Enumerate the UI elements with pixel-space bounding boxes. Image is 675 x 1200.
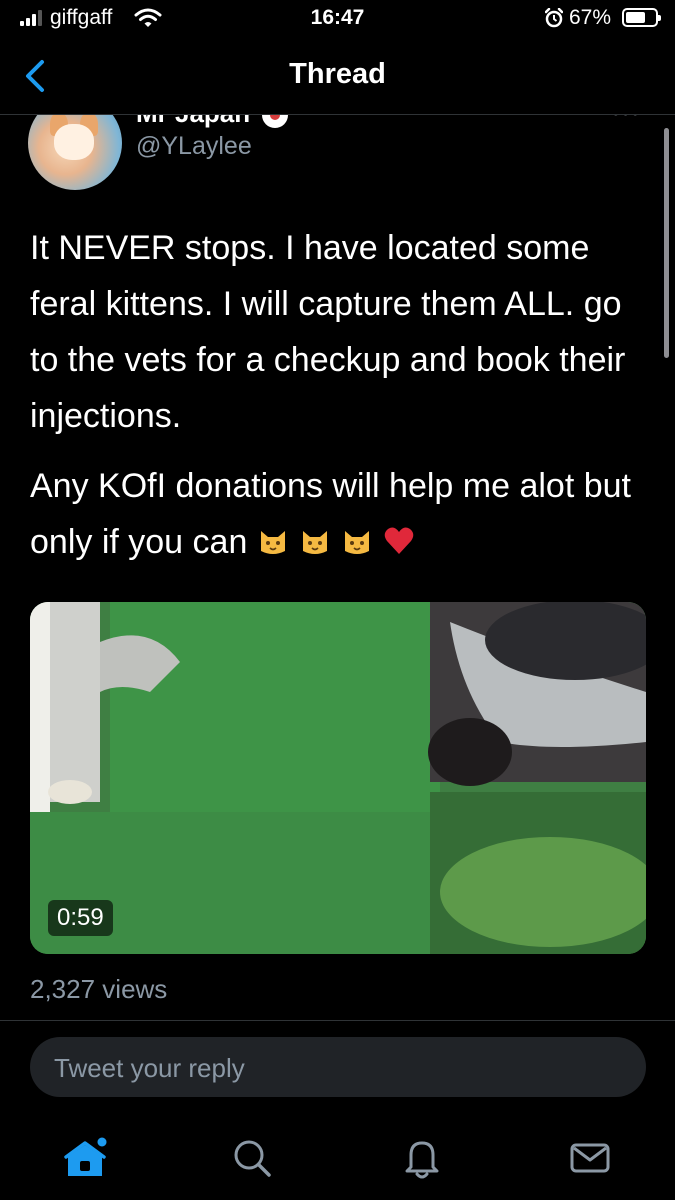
- tab-bar: [0, 1110, 675, 1200]
- tweet-text: It NEVER stops. I have located some fera…: [30, 220, 650, 584]
- cat-face-icon: [261, 531, 286, 554]
- tab-home[interactable]: [56, 1128, 116, 1188]
- video-thumbnail: [30, 602, 646, 954]
- status-bar: giffgaff 16:47 67%: [0, 0, 675, 40]
- profile-badge-icon: [262, 114, 288, 128]
- messages-icon: [570, 1143, 610, 1173]
- view-count: 2,327 views: [30, 974, 168, 1004]
- tweet-paragraph: It NEVER stops. I have located some fera…: [30, 229, 626, 435]
- tab-notifications[interactable]: [392, 1128, 452, 1188]
- cat-face-icon: [303, 531, 328, 554]
- search-icon: [234, 1140, 271, 1177]
- tab-messages[interactable]: [560, 1128, 620, 1188]
- battery-percent: 67%: [569, 6, 612, 29]
- scrollbar[interactable]: [664, 128, 669, 358]
- tweet-paragraph: Any KOfI donations will help me alot but…: [30, 467, 631, 561]
- more-options-icon[interactable]: •••: [612, 114, 641, 126]
- alarm-icon: [545, 8, 563, 28]
- tab-search[interactable]: [222, 1128, 282, 1188]
- avatar[interactable]: [28, 114, 122, 190]
- user-handle[interactable]: @YLaylee: [136, 132, 252, 161]
- reply-input[interactable]: [52, 1037, 626, 1099]
- home-icon: [64, 1137, 107, 1176]
- notifications-icon: [405, 1141, 439, 1179]
- video-duration: 0:59: [48, 900, 113, 936]
- reply-box[interactable]: [30, 1037, 646, 1099]
- red-heart-icon: [385, 527, 414, 554]
- battery-icon: [622, 8, 661, 27]
- cat-face-icon: [345, 531, 370, 554]
- page-title: Thread: [289, 58, 386, 90]
- divider: [0, 1020, 675, 1021]
- nav-bar: Thread: [0, 40, 675, 115]
- video-player[interactable]: 0:59: [30, 602, 646, 954]
- display-name[interactable]: Mr Japan: [136, 114, 250, 129]
- tweet-detail: Mr Japan ••• @YLaylee It NEVER stops. I …: [0, 114, 675, 1020]
